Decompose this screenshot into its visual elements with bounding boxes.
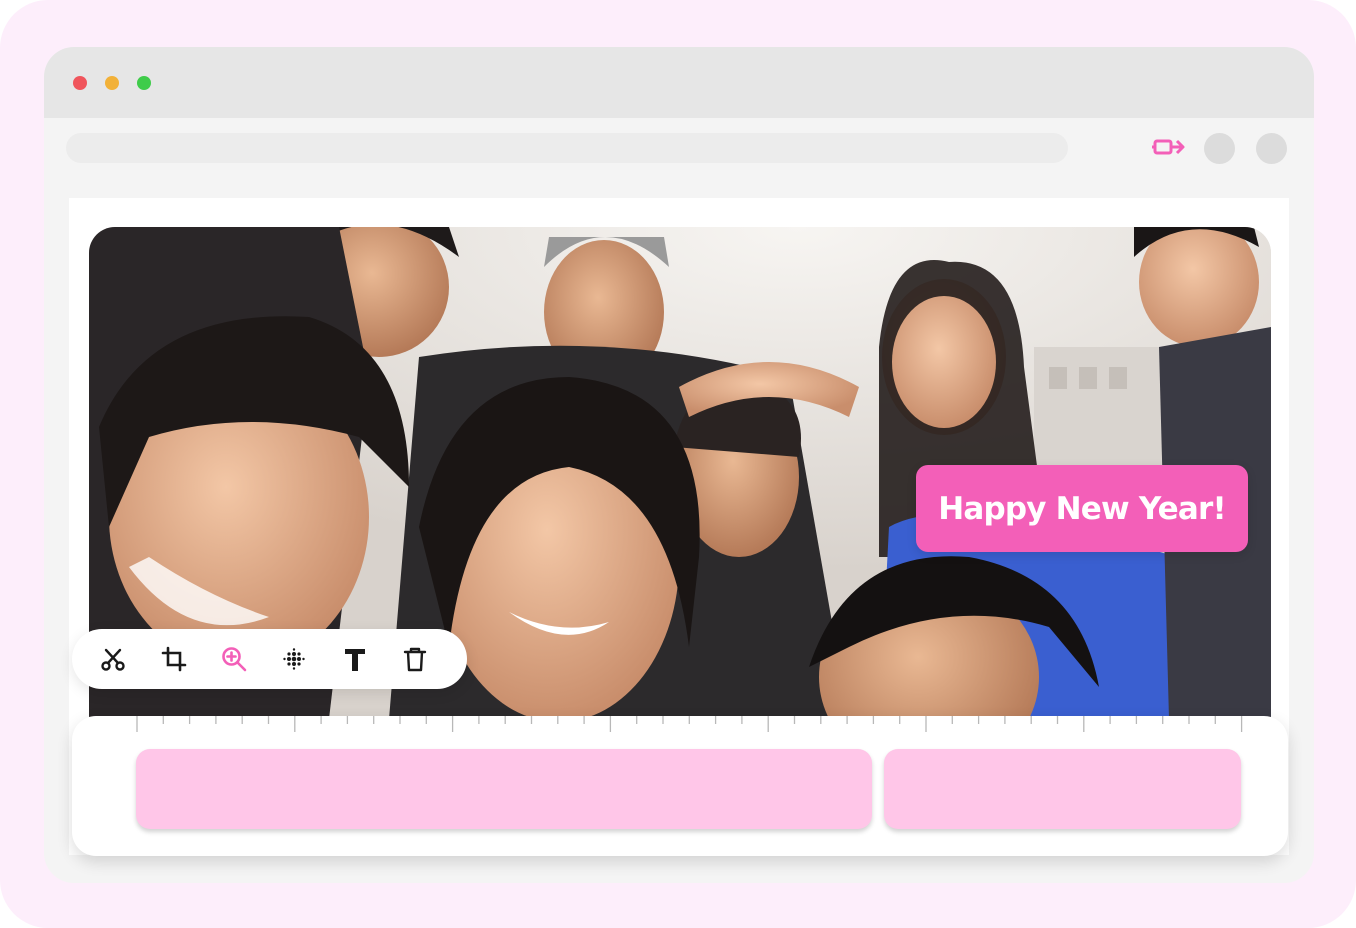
blur-icon[interactable] — [277, 642, 311, 676]
trash-icon[interactable] — [398, 642, 432, 676]
timeline-clip[interactable] — [136, 749, 872, 829]
edit-toolbar — [72, 629, 467, 689]
text-icon[interactable] — [338, 642, 372, 676]
zoom-in-icon[interactable] — [217, 642, 251, 676]
scissors-icon[interactable] — [96, 642, 130, 676]
caption-text: Happy New Year! — [938, 490, 1226, 527]
timeline-panel — [72, 716, 1288, 856]
address-bar-row — [44, 118, 1314, 180]
timeline-ruler — [136, 716, 1243, 732]
minimize-dot[interactable] — [105, 76, 119, 90]
crop-icon[interactable] — [157, 642, 191, 676]
profile-button[interactable] — [1204, 133, 1235, 164]
menu-button[interactable] — [1256, 133, 1287, 164]
url-field[interactable] — [66, 133, 1068, 163]
maximize-dot[interactable] — [137, 76, 151, 90]
caption-text-box[interactable]: Happy New Year! — [916, 465, 1248, 552]
close-dot[interactable] — [73, 76, 87, 90]
title-bar — [44, 47, 1314, 118]
timeline-clip[interactable] — [884, 749, 1241, 829]
video-arrow-icon[interactable] — [1151, 134, 1186, 160]
